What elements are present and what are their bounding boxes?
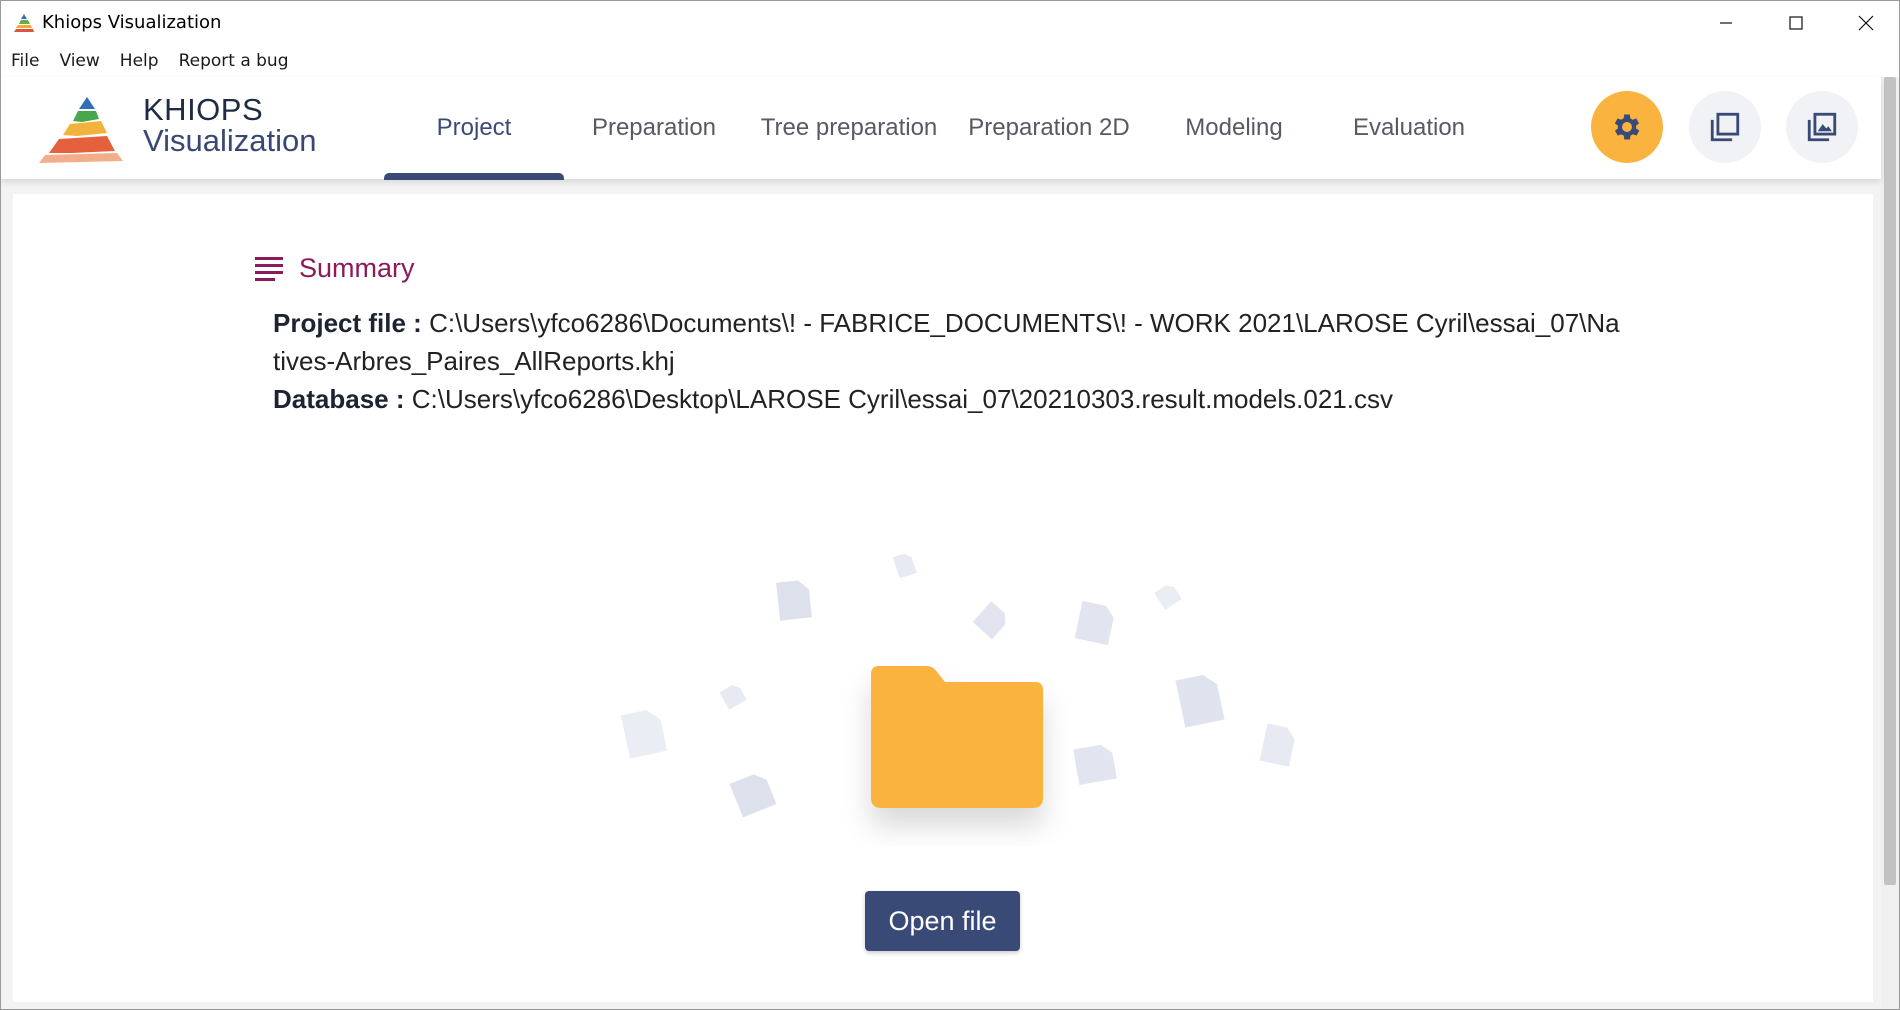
tab-label: Project [436, 114, 512, 141]
window-title: Khiops Visualization [42, 12, 222, 33]
project-summary-card: Summary Project file : C:\Users\yfco6286… [13, 194, 1873, 1002]
vertical-scrollbar[interactable] [1881, 77, 1899, 1009]
tab-label: Evaluation [1352, 114, 1466, 141]
database-row: Database : C:\Users\yfco6286\Desktop\LAR… [273, 380, 1623, 418]
settings-button[interactable] [1591, 91, 1663, 163]
tab-label: Preparation 2D [968, 114, 1130, 141]
database-value: C:\Users\yfco6286\Desktop\LAROSE Cyril\e… [411, 384, 1393, 414]
open-file-button[interactable]: Open file [865, 891, 1020, 951]
minimize-icon [1720, 22, 1732, 24]
tab-evaluation[interactable]: Evaluation [1334, 77, 1484, 179]
copy-icon [1710, 112, 1740, 142]
minimize-button[interactable] [1691, 1, 1761, 45]
tab-tree-preparation[interactable]: Tree preparation [749, 77, 949, 179]
gear-icon [1614, 114, 1640, 140]
app-logo-icon [14, 14, 34, 32]
active-tab-indicator [384, 173, 564, 180]
title-bar: Khiops Visualization [1, 1, 1899, 45]
menu-help[interactable]: Help [120, 51, 159, 71]
list-icon [255, 256, 283, 281]
tab-preparation[interactable]: Preparation [579, 77, 729, 179]
maximize-button[interactable] [1761, 1, 1831, 45]
database-label: Database : [273, 384, 405, 414]
tab-project[interactable]: Project [384, 77, 564, 180]
scrollbar-thumb[interactable] [1884, 77, 1896, 885]
tab-label: Preparation [591, 114, 717, 141]
app-header: KHIOPS Visualization Project Preparation… [1, 77, 1881, 180]
logo-subtitle: Visualization [143, 123, 317, 158]
copy-button[interactable] [1689, 91, 1761, 163]
menu-file[interactable]: File [11, 51, 39, 71]
image-gallery-button[interactable] [1786, 91, 1858, 163]
summary-title: Summary [299, 253, 415, 283]
menu-bar: File View Help Report a bug [1, 45, 1899, 77]
project-file-label: Project file : [273, 308, 422, 338]
tab-modeling[interactable]: Modeling [1164, 77, 1304, 179]
menu-report-bug[interactable]: Report a bug [179, 51, 289, 71]
tab-preparation-2d[interactable]: Preparation 2D [959, 77, 1139, 179]
tab-label: Tree preparation [760, 114, 938, 141]
summary-header: Summary [253, 253, 415, 284]
project-file-value: C:\Users\yfco6286\Documents\! - FABRICE_… [273, 308, 1620, 376]
close-icon [1858, 15, 1874, 31]
folder-icon [871, 666, 1043, 808]
maximize-icon [1789, 16, 1803, 30]
project-file-row: Project file : C:\Users\yfco6286\Documen… [273, 304, 1623, 380]
tab-label: Modeling [1185, 114, 1283, 141]
close-button[interactable] [1831, 1, 1899, 45]
image-gallery-icon [1807, 112, 1837, 142]
khiops-logo-icon [39, 97, 123, 163]
menu-view[interactable]: View [59, 51, 99, 71]
open-file-illustration [620, 553, 1295, 818]
app-window: Khiops Visualization File View Help Repo… [0, 0, 1900, 1010]
summary-info: Project file : C:\Users\yfco6286\Documen… [273, 304, 1623, 418]
